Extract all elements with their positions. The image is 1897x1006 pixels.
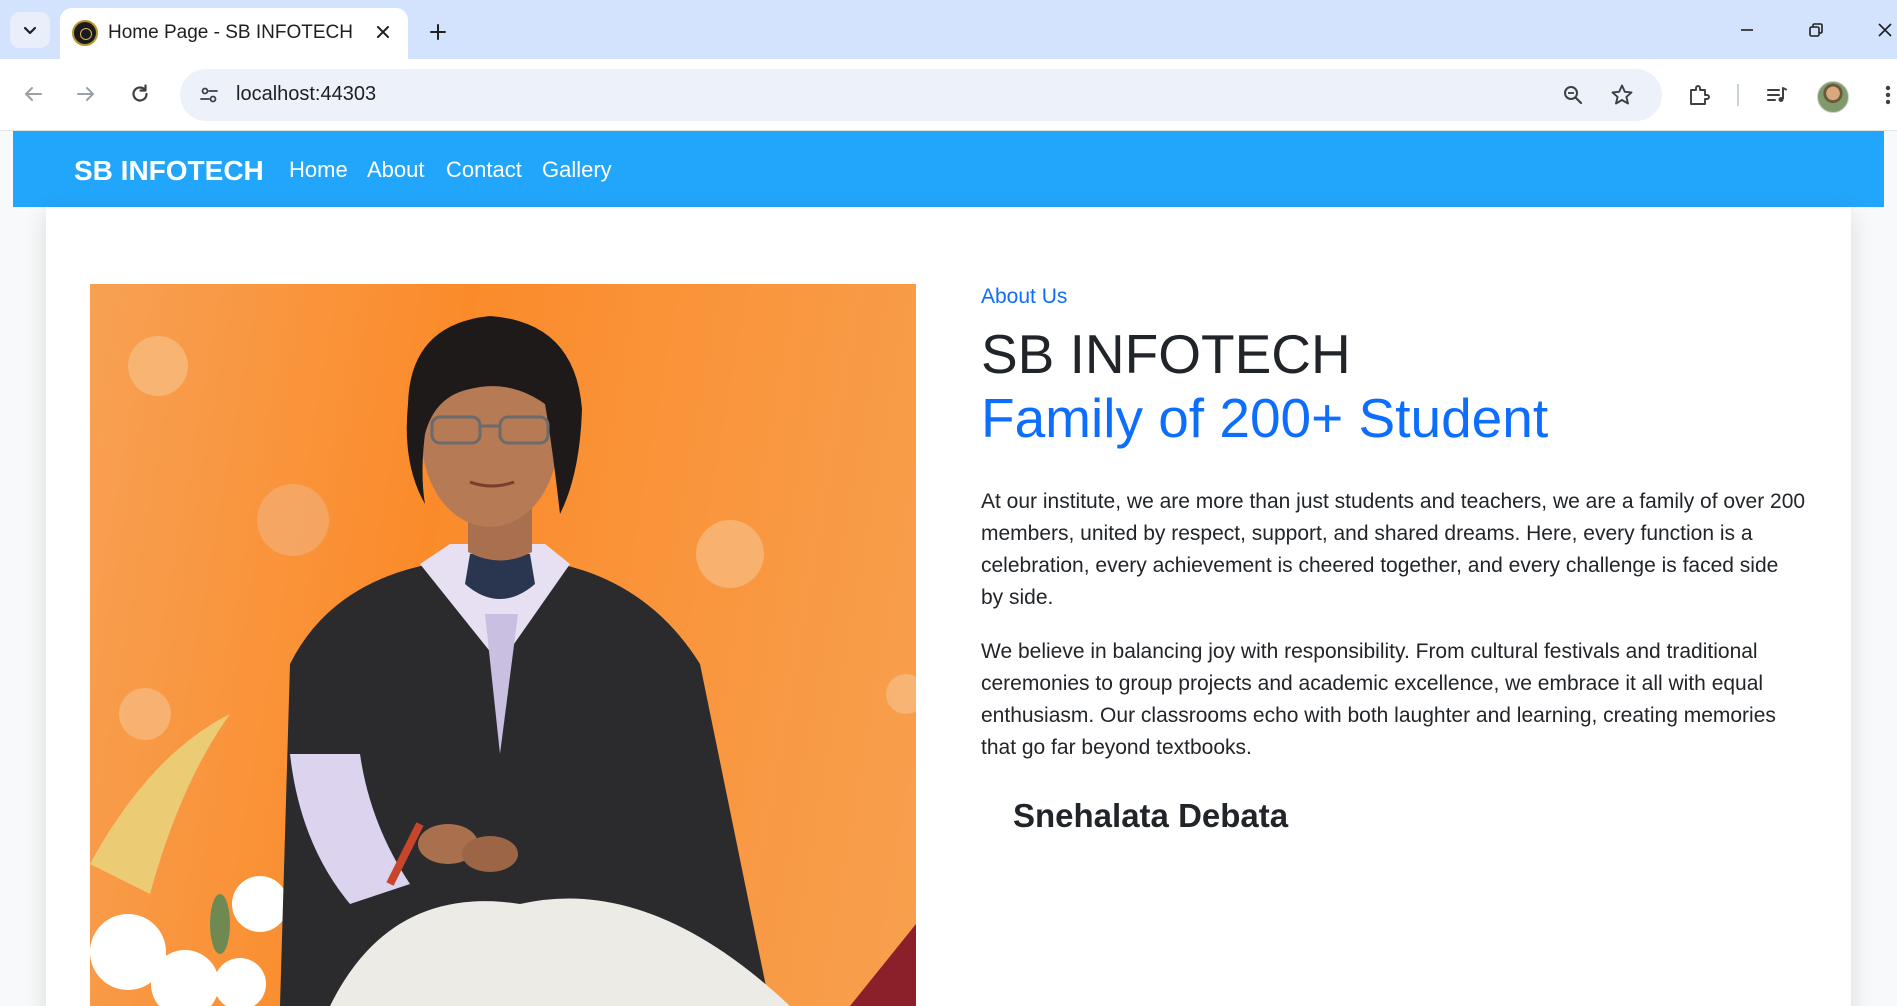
about-label: About Us [981,285,1068,308]
tab-close-button[interactable] [370,19,396,45]
about-subheading: Family of 200+ Student [981,387,1549,449]
media-queue-icon [1767,87,1787,102]
about-paragraph-2: We believe in balancing joy with respons… [981,640,1776,759]
forward-button[interactable] [66,74,106,114]
toolbar-separator [1737,84,1739,106]
new-tab-button[interactable] [420,14,456,50]
minimize-icon [1741,29,1753,31]
kebab-menu-icon [1885,85,1891,105]
founder-photo-illustration [90,316,916,1006]
url-text[interactable]: localhost:44303 [236,83,376,106]
restore-button[interactable] [1793,10,1839,50]
zoom-icon [1564,86,1583,105]
about-heading: SB INFOTECH [981,323,1351,385]
navbar-brand[interactable]: SB INFOTECH [74,155,264,187]
forward-arrow-icon [77,87,94,101]
window-close-button[interactable] [1862,10,1897,50]
zoom-button[interactable] [1556,78,1590,112]
window-close-icon [1878,23,1892,37]
active-tab[interactable]: Home Page - SB INFOTECH [60,8,408,59]
profile-avatar[interactable] [1817,81,1849,113]
plus-icon [430,24,446,40]
founder-photo [90,284,916,1006]
site-navbar: SB INFOTECH Home About Contact Gallery [13,131,1884,207]
chevron-down-icon [23,26,37,35]
browser-tab-strip: Home Page - SB INFOTECH [0,0,1897,59]
site-settings-icon [200,87,218,103]
site-settings-button[interactable] [192,78,226,112]
browser-menu-button[interactable] [1868,75,1897,115]
person-name: Snehalata Debata [1013,797,1289,834]
extensions-button[interactable] [1679,75,1719,115]
restore-icon [1809,23,1823,37]
back-button[interactable] [13,74,53,114]
back-arrow-icon [25,87,42,101]
tab-title: Home Page - SB INFOTECH [108,22,353,43]
address-bar[interactable]: localhost:44303 [180,69,1662,121]
about-paragraph-1: At our institute, we are more than just … [981,490,1806,609]
nav-link-contact[interactable]: Contact [446,157,522,183]
tab-list-button[interactable] [10,12,50,48]
nav-link-home[interactable]: Home [289,157,348,183]
close-icon [377,26,389,38]
bookmark-button[interactable] [1605,78,1639,112]
media-queue-button[interactable] [1757,75,1797,115]
extensions-icon [1690,85,1710,105]
site-favicon-icon [72,20,98,46]
reload-icon [132,84,148,102]
nav-link-about[interactable]: About [367,157,425,183]
minimize-button[interactable] [1724,10,1770,50]
nav-link-gallery[interactable]: Gallery [542,157,612,183]
bookmark-star-icon [1611,84,1633,105]
browser-toolbar: localhost:44303 [0,59,1897,131]
reload-button[interactable] [120,74,160,114]
